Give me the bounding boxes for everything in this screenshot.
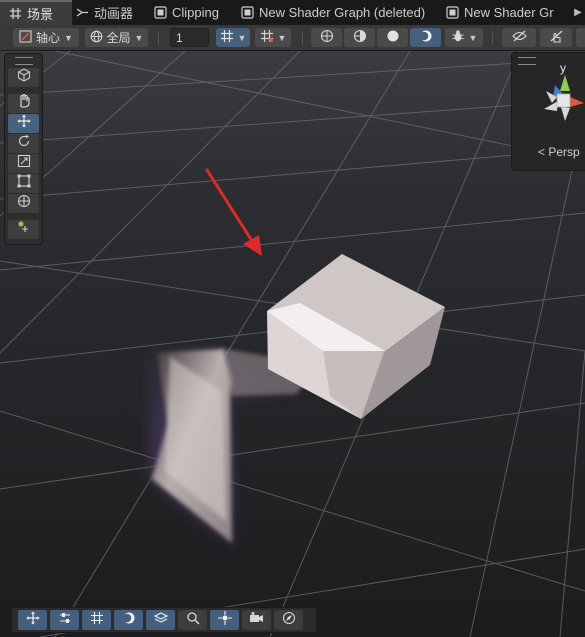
toolbar-divider — [492, 31, 493, 45]
scale-tool-button[interactable] — [8, 154, 39, 173]
shading-shaded-button[interactable] — [377, 28, 408, 47]
hidden-eye-icon — [511, 29, 527, 46]
shading-wireframe-button[interactable] — [311, 28, 342, 47]
debug-draw-mode-dropdown[interactable]: ▼ — [445, 28, 483, 47]
toolbar-divider — [302, 31, 303, 45]
tab-scene[interactable]: 场景 — [0, 0, 72, 25]
toolbar-divider — [158, 31, 159, 45]
grid-snap-icon — [220, 29, 234, 46]
shader-graph-icon — [240, 6, 254, 20]
increment-value: 1 — [176, 30, 183, 45]
shaded-sphere-icon — [386, 29, 400, 46]
overlay-toolbar — [11, 607, 317, 633]
search-icon — [186, 611, 200, 630]
tab-overflow-arrow-icon[interactable]: ▶ — [571, 0, 585, 25]
projection-toggle[interactable]: < Persp — [538, 145, 580, 159]
rect-transform-icon — [17, 174, 31, 193]
transform-all-icon — [17, 194, 31, 213]
moon-icon — [122, 611, 136, 630]
grid-snap-icon — [90, 611, 104, 630]
tab-label: New Shader Graph (deleted) — [259, 5, 426, 20]
overlay-grid-snap-button[interactable] — [82, 610, 111, 630]
custom-tool-icon — [17, 220, 31, 239]
globe-icon — [90, 30, 103, 46]
scene-render — [0, 51, 585, 637]
rect-tool-button[interactable] — [8, 174, 39, 193]
layers-icon — [153, 611, 168, 630]
tool-palette — [4, 53, 43, 245]
visibility-toggle-button[interactable] — [502, 28, 536, 47]
move-tool-button[interactable] — [8, 114, 39, 133]
tab-new-shader-graph[interactable]: New Shader Gr — [445, 0, 571, 25]
scale-icon — [17, 154, 31, 173]
overlay-pivot-button[interactable] — [210, 610, 239, 630]
hand-tool-button[interactable] — [8, 93, 39, 113]
axis-gizmo-icon — [544, 75, 584, 121]
cube-view-icon — [17, 68, 31, 87]
grid-visibility-dropdown[interactable]: ▼ — [255, 28, 291, 47]
tab-label: New Shader Gr — [464, 5, 554, 20]
tab-label: Clipping — [172, 5, 219, 20]
toolbar-overflow-button[interactable] — [576, 28, 585, 47]
custom-tool-button[interactable] — [8, 220, 39, 239]
shader-graph-icon — [153, 6, 167, 20]
sliders-icon — [58, 611, 72, 630]
tab-label: 场景 — [27, 7, 54, 22]
unlit-moon-icon — [419, 29, 433, 46]
compass-icon — [282, 611, 296, 630]
grid-snapping-toggle[interactable]: ▼ — [216, 28, 250, 47]
chevron-down-icon: ▼ — [277, 32, 287, 43]
chevron-down-icon: ▼ — [64, 32, 73, 43]
pivot-label: 轴心 — [36, 31, 61, 45]
pivot-point-icon — [217, 610, 232, 630]
overlay-move-button[interactable] — [18, 610, 47, 630]
scene-tab-bar: 场景 动画器 Clipping New Shader Graph (delete… — [0, 0, 585, 26]
increment-snap-field[interactable]: 1 — [170, 28, 209, 47]
overlay-navigation-button[interactable] — [274, 610, 303, 630]
hand-icon — [17, 93, 31, 113]
camera-icon — [249, 611, 264, 630]
shading-unlit-button[interactable] — [410, 28, 441, 47]
wireframe-sphere-icon — [320, 29, 334, 46]
chevron-down-icon: ▼ — [468, 32, 478, 43]
overlay-align-button[interactable] — [50, 610, 79, 630]
chevron-down-icon: ▼ — [237, 32, 247, 43]
transform-tool-button[interactable] — [8, 194, 39, 213]
pivot-icon — [19, 29, 32, 46]
shader-graph-icon — [445, 6, 459, 20]
drag-handle-icon[interactable] — [14, 57, 33, 65]
tab-clipping[interactable]: Clipping — [153, 0, 237, 25]
move-arrows-icon — [26, 611, 40, 630]
grid-icon — [260, 29, 274, 46]
chevron-down-icon: ▼ — [134, 32, 144, 43]
tab-label: 动画器 — [94, 6, 134, 21]
global-local-dropdown[interactable]: 全局 ▼ — [85, 28, 148, 47]
overlay-search-button[interactable] — [178, 610, 207, 630]
pivot-dropdown[interactable]: 轴心 ▼ — [13, 28, 79, 47]
shaded-wireframe-icon — [353, 29, 367, 46]
animator-icon — [75, 6, 89, 20]
y-axis-label: y — [560, 61, 566, 75]
pickability-toggle-button[interactable] — [540, 28, 572, 47]
scene-grid-icon — [8, 7, 22, 21]
overlay-layers-button[interactable] — [146, 610, 175, 630]
bug-icon — [451, 29, 465, 46]
tab-animator[interactable]: 动画器 — [75, 0, 145, 25]
scene-viewport[interactable] — [0, 51, 585, 637]
global-label: 全局 — [106, 31, 131, 45]
shading-shaded-wireframe-button[interactable] — [344, 28, 375, 47]
scene-toolbar: 轴心 ▼ 全局 ▼ 1 ▼ ▼ ▼ — [0, 25, 585, 51]
tab-new-shader-graph-deleted[interactable]: New Shader Graph (deleted) — [240, 0, 430, 25]
rotate-tool-button[interactable] — [8, 134, 39, 153]
hand-pointer-off-icon — [549, 29, 564, 46]
overlay-camera-button[interactable] — [242, 610, 271, 630]
overlay-lighting-button[interactable] — [114, 610, 143, 630]
move-arrows-icon — [17, 114, 31, 133]
rotate-icon — [17, 134, 31, 153]
view-tool-button[interactable] — [8, 68, 39, 87]
